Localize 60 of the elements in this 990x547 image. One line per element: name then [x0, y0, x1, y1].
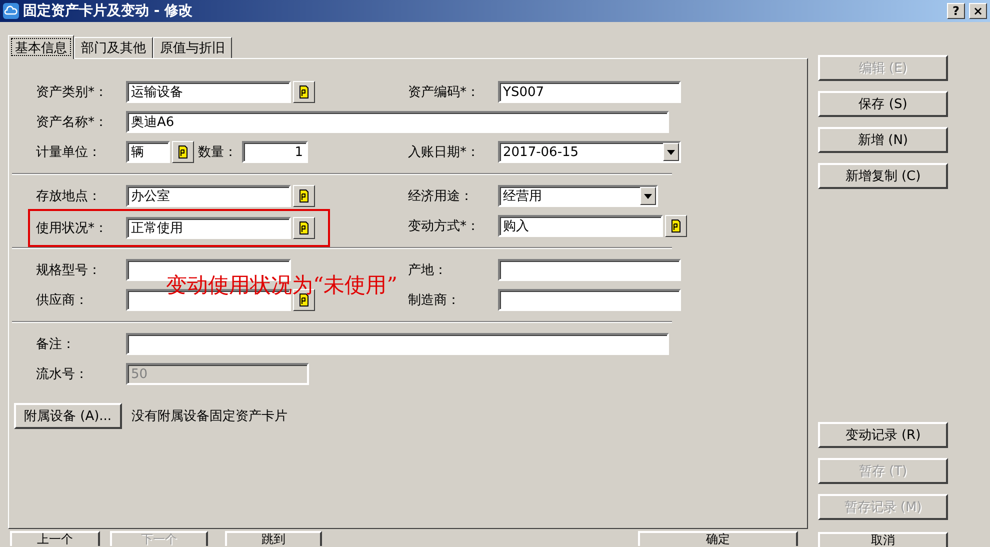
book-icon: [670, 219, 682, 233]
attachment-note: 没有附属设备固定资产卡片: [132, 408, 288, 425]
input-field[interactable]: 办公室: [126, 185, 291, 207]
lookup-button[interactable]: [665, 215, 687, 237]
dropdown-arrow-icon: [667, 150, 675, 154]
field-label: 经济用途：: [408, 188, 474, 205]
field-label: 资产名称*：: [36, 114, 108, 131]
cancel-button[interactable]: 取消: [818, 532, 948, 547]
field-label: 备注：: [36, 336, 76, 353]
input-field[interactable]: YS007: [498, 81, 681, 103]
field-label: 供应商：: [36, 292, 89, 309]
dropdown-arrow-icon: [644, 194, 652, 198]
field-label: 产地：: [408, 262, 448, 279]
book-icon: [298, 189, 310, 203]
attachment-button[interactable]: 附属设备 (A)...: [14, 403, 122, 429]
field-label: 流水号：: [36, 366, 89, 383]
input-field[interactable]: [498, 289, 681, 311]
tab[interactable]: 基本信息: [8, 35, 74, 59]
nav-button[interactable]: 跳到: [225, 531, 322, 546]
nav-button[interactable]: 上一个: [10, 531, 100, 546]
input-field[interactable]: 正常使用: [126, 217, 291, 239]
annotation-text: 变动使用状况为“未使用”: [166, 272, 398, 299]
input-field[interactable]: 1: [242, 141, 308, 163]
close-button[interactable]: ×: [969, 3, 987, 19]
field-label: 变动方式*：: [408, 218, 480, 235]
lookup-button[interactable]: [293, 185, 315, 207]
field-label: 入账日期*：: [408, 144, 480, 161]
field-label: 制造商：: [408, 292, 461, 309]
field-label: 使用状况*：: [36, 220, 108, 237]
action-button[interactable]: 变动记录 (R): [818, 422, 948, 448]
tab[interactable]: 部门及其他: [74, 37, 153, 58]
lookup-button[interactable]: [172, 141, 194, 163]
nav-button[interactable]: 确定: [638, 531, 798, 546]
input-field[interactable]: 购入: [498, 215, 663, 237]
book-icon: [177, 145, 189, 159]
field-label: 规格型号：: [36, 262, 102, 279]
input-field[interactable]: 运输设备: [126, 81, 291, 103]
input-field[interactable]: 奥迪A6: [126, 111, 669, 133]
dropdown-field[interactable]: 2017-06-15: [498, 141, 681, 163]
lookup-button[interactable]: [293, 217, 315, 239]
input-field[interactable]: 辆: [126, 141, 170, 163]
book-icon: [298, 85, 310, 99]
dropdown-field[interactable]: 经营用: [498, 185, 658, 207]
field-label: 数量：: [198, 144, 238, 161]
input-field[interactable]: [498, 259, 681, 281]
field-label: 资产类别*：: [36, 84, 108, 101]
field-label: 资产编码*：: [408, 84, 480, 101]
tab[interactable]: 原值与折旧: [153, 37, 232, 58]
field-label: 计量单位：: [36, 144, 102, 161]
action-button[interactable]: 新增复制 (C): [818, 163, 948, 189]
help-button[interactable]: ?: [947, 3, 965, 19]
book-icon: [298, 221, 310, 235]
action-button[interactable]: 新增 (N): [818, 127, 948, 153]
lookup-button[interactable]: [293, 81, 315, 103]
cloud-icon: [3, 3, 19, 19]
window-title: 固定资产卡片及变动 - 修改: [23, 2, 193, 20]
input-field[interactable]: [126, 333, 669, 355]
field-label: 存放地点：: [36, 188, 102, 205]
action-button[interactable]: 保存 (S): [818, 91, 948, 117]
book-icon: [298, 293, 310, 307]
